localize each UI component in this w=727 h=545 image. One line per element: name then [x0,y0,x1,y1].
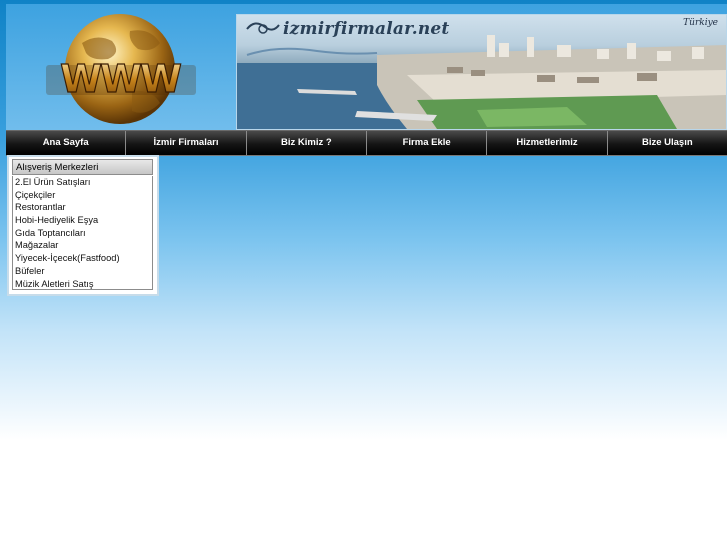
nav-item-bize-ulasin[interactable]: Bize Ulaşın [608,131,727,155]
banner-title: izmirfirmalar.net [283,19,450,39]
category-list: 2.El Ürün Satışları Çiçekçiler Restorant… [12,176,153,290]
category-panel: Alışveriş Merkezleri 2.El Ürün Satışları… [7,155,159,296]
banner-deco-icon [246,22,280,34]
category-link[interactable]: Yiyecek-İçecek(Fastfood) [15,252,152,265]
nav-item-ana-sayfa[interactable]: Ana Sayfa [6,131,127,155]
category-link[interactable]: Mağazalar [15,239,152,252]
nav-item-izmir-firmalari[interactable]: İzmir Firmaları [126,131,247,155]
svg-text:WWW: WWW [60,57,181,101]
category-link[interactable]: Büfeler [15,265,152,278]
nav-item-biz-kimiz[interactable]: Biz Kimiz ? [247,131,367,155]
nav-item-firma-ekle[interactable]: Firma Ekle [367,131,488,155]
main-nav: Ana Sayfa İzmir Firmaları Biz Kimiz ? Fi… [6,130,727,156]
category-link[interactable]: Hobi-Hediyelik Eşya [15,214,152,227]
city-banner: izmirfirmalar.net Türkiye [236,14,727,130]
category-title: Alışveriş Merkezleri [12,159,153,175]
category-link[interactable]: Gıda Toptancıları [15,227,152,240]
category-link[interactable]: 2.El Ürün Satışları [15,176,152,189]
category-link[interactable]: Çiçekçiler [15,189,152,202]
category-link[interactable]: Müzik Aletleri Satış [15,278,152,291]
category-link[interactable]: Restorantlar [15,201,152,214]
turkiye-logo: Türkiye [683,18,718,28]
nav-item-hizmetlerimiz[interactable]: Hizmetlerimiz [487,131,608,155]
www-globe-icon[interactable]: WWW [42,13,198,127]
